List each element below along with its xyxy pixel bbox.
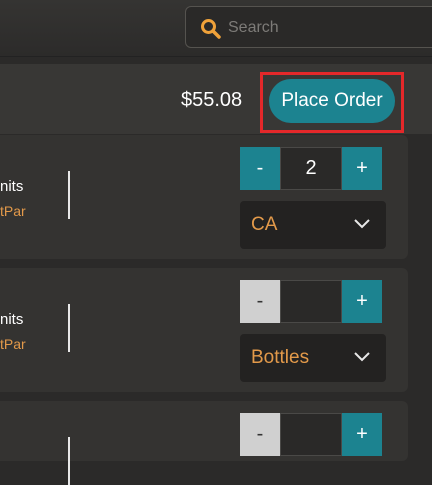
order-bar: $55.08 Place Order (0, 64, 432, 134)
item-name: nits (0, 178, 24, 195)
item-card: - + (0, 401, 408, 485)
quantity-input[interactable] (280, 147, 342, 190)
unit-select[interactable]: CA (240, 201, 386, 249)
search-input[interactable] (226, 13, 430, 43)
divider (68, 171, 70, 219)
decrement-button[interactable]: - (240, 147, 280, 190)
increment-button[interactable]: + (342, 147, 382, 190)
divider (68, 437, 70, 485)
quantity-stepper: - + (240, 147, 385, 190)
top-bar (0, 0, 432, 57)
increment-button[interactable]: + (342, 413, 382, 456)
order-total: $55.08 (181, 89, 243, 111)
search-icon (200, 18, 222, 45)
item-card: nits tPar - + CA (0, 135, 408, 259)
quantity-stepper: - + (240, 280, 385, 323)
item-subtitle: tPar (0, 336, 26, 352)
chevron-down-icon (354, 216, 370, 234)
divider (68, 304, 70, 352)
item-name: nits (0, 311, 24, 328)
item-subtitle: tPar (0, 203, 26, 219)
quantity-input[interactable] (280, 413, 342, 456)
unit-value: CA (251, 214, 278, 235)
item-card: nits tPar - + Bottles (0, 268, 408, 392)
chevron-down-icon (354, 349, 370, 367)
increment-button[interactable]: + (342, 280, 382, 323)
unit-select[interactable]: Bottles (240, 334, 386, 382)
decrement-button[interactable]: - (240, 280, 280, 323)
unit-value: Bottles (251, 347, 310, 368)
place-order-button[interactable]: Place Order (269, 79, 395, 123)
decrement-button[interactable]: - (240, 413, 280, 456)
search-box[interactable] (185, 6, 432, 48)
quantity-input[interactable] (280, 280, 342, 323)
quantity-stepper: - + (240, 413, 385, 456)
